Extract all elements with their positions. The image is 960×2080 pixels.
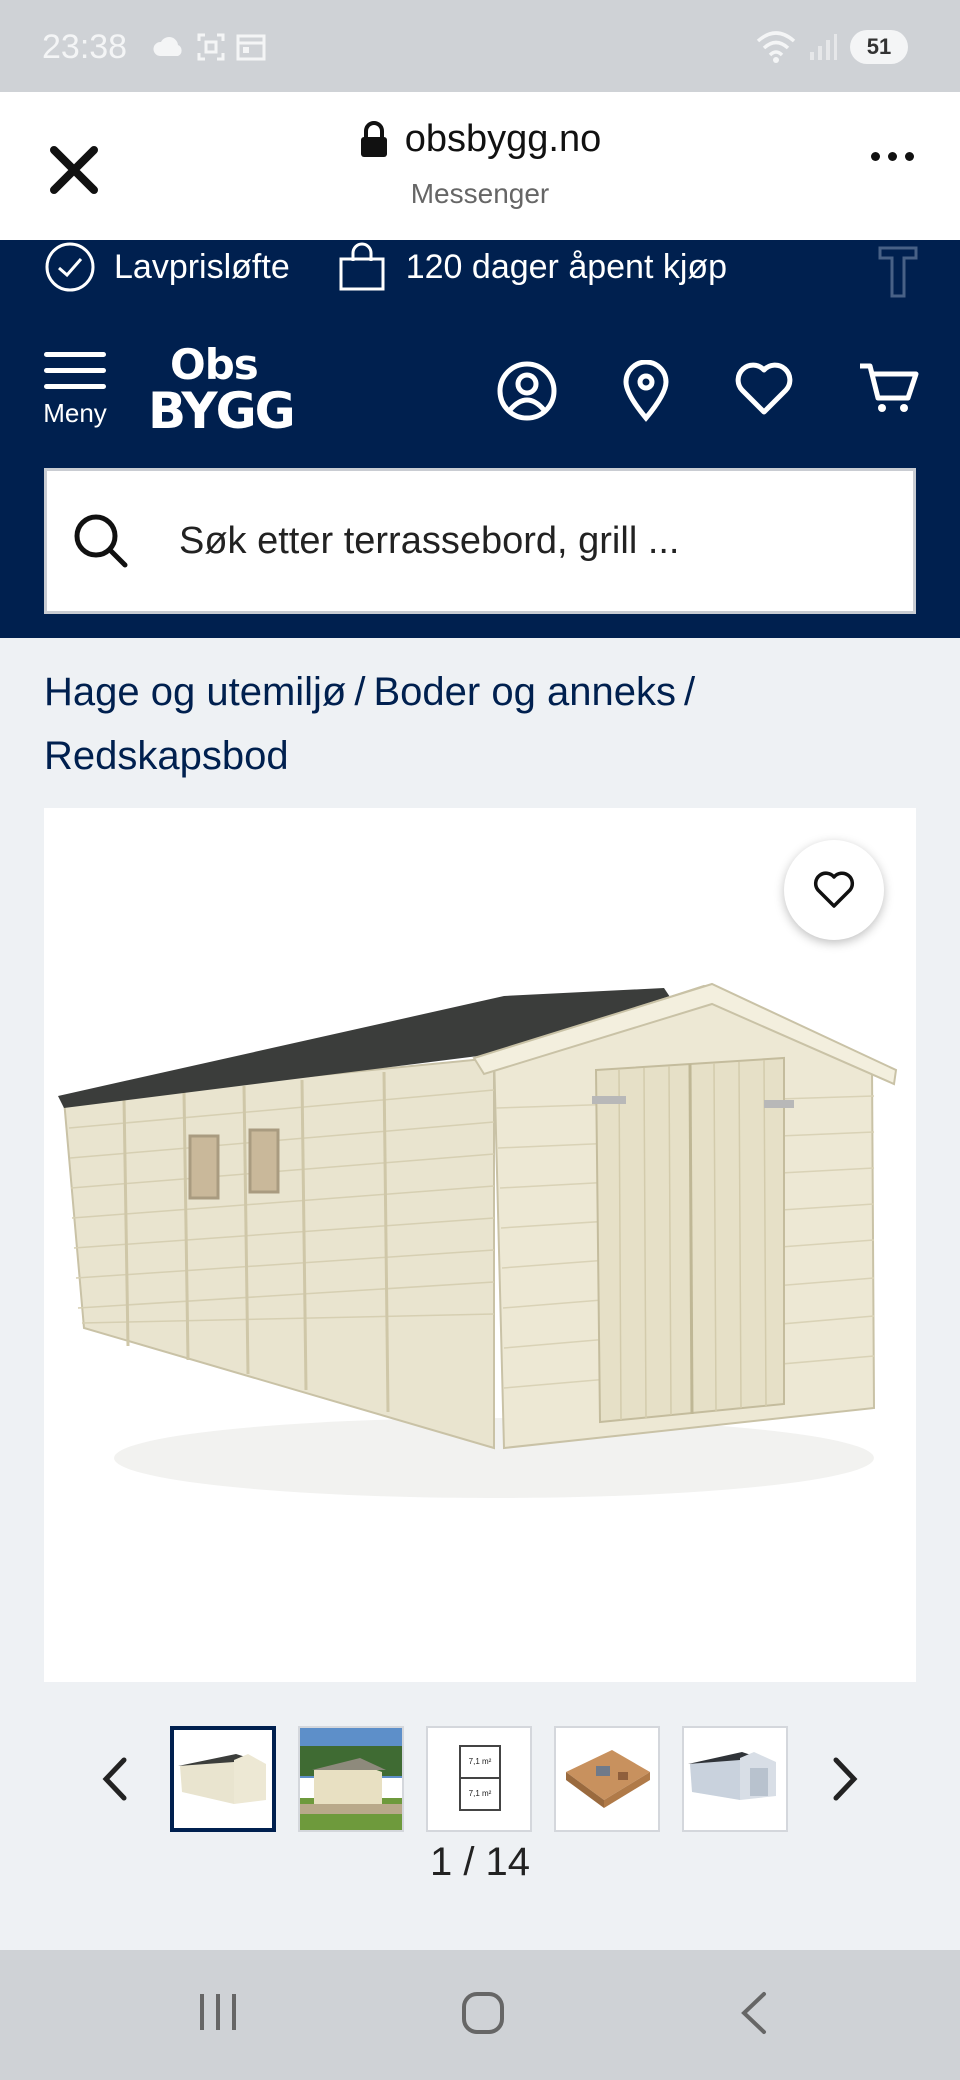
lock-icon [360, 120, 387, 157]
thumbnail[interactable] [682, 1726, 788, 1832]
thumbnail-strip: 7,1 m² 7,1 m² [0, 1726, 960, 1832]
screenshot-icon [197, 33, 225, 61]
chevron-left-icon [102, 1757, 127, 1801]
usp-item[interactable]: 120 dager åpent kjøp [336, 241, 727, 293]
check-circle-icon [45, 242, 95, 292]
usp-label: 120 dager åpent kjøp [405, 247, 728, 286]
search-bar[interactable] [44, 468, 916, 614]
battery-indicator: 51 [850, 30, 908, 64]
floorplan-label: 7,1 m² [469, 1789, 492, 1798]
signal-icon [810, 34, 837, 60]
more-button[interactable] [871, 152, 914, 161]
hamburger-icon [40, 352, 110, 389]
tool-icon [876, 240, 920, 305]
home-icon [462, 1992, 504, 2034]
product-image[interactable] [44, 808, 916, 1682]
logo-top: Obs [170, 340, 259, 389]
more-dot [888, 152, 897, 161]
shed-image [58, 982, 898, 1498]
url-area[interactable]: obsbygg.no Messenger [0, 118, 960, 210]
menu-label: Meny [43, 398, 107, 428]
location-icon[interactable] [622, 360, 670, 422]
usp-label: Lavprisløfte [114, 247, 290, 286]
close-button[interactable] [46, 142, 102, 198]
url-source: Messenger [410, 177, 550, 209]
calendar-icon [236, 34, 266, 61]
thumbnail[interactable] [554, 1726, 660, 1832]
thumbnail[interactable] [298, 1726, 404, 1832]
more-dot [905, 152, 914, 161]
interior-thumb-image [556, 1728, 658, 1830]
logo[interactable]: Obs BYGG [148, 340, 296, 440]
search-input[interactable] [179, 519, 879, 563]
back-icon [741, 1992, 766, 2034]
floorplan-thumb-image: 7,1 m² 7,1 m² [428, 1728, 530, 1830]
header-icons [496, 360, 920, 422]
menu-button[interactable]: Meny [40, 352, 110, 429]
heart-icon[interactable] [734, 360, 794, 416]
breadcrumb-link[interactable]: Boder og anneks [374, 670, 676, 714]
breadcrumb-current[interactable]: Redskapsbod [44, 734, 289, 778]
image-counter: 1 / 14 [429, 1840, 531, 1884]
shopping-bag-icon [339, 242, 385, 291]
status-icons-left [152, 32, 266, 62]
wifi-icon [756, 31, 796, 63]
shed-painted-thumb-image [684, 1728, 786, 1830]
cloud-icon [153, 37, 182, 56]
thumbnail[interactable]: 7,1 m² 7,1 m² [426, 1726, 532, 1832]
site-header: Lavprisløfte 120 dager åpent kjøp Meny O… [0, 240, 960, 638]
heart-icon [813, 871, 855, 908]
previous-image-button[interactable] [100, 1756, 130, 1807]
breadcrumb-separator: / [354, 670, 366, 714]
shed-thumb-image [174, 1730, 272, 1828]
search-icon [74, 514, 128, 568]
breadcrumb-link[interactable]: Hage og utemiljø [44, 670, 346, 714]
status-time: 23:38 [42, 28, 128, 66]
floorplan-label: 7,1 m² [469, 1757, 492, 1766]
user-icon[interactable] [496, 360, 558, 422]
more-icon [871, 152, 880, 161]
breadcrumb: Hage og utemiljø / Boder og anneks / Redskap… [44, 660, 924, 788]
garden-thumb-image [300, 1728, 402, 1830]
system-nav-bar [0, 1950, 960, 2080]
next-image-button[interactable] [830, 1756, 860, 1807]
chevron-right-icon [833, 1757, 858, 1801]
url-text: obsbygg.no [404, 118, 602, 160]
logo-bottom: BYGG [148, 382, 296, 440]
usp-item[interactable]: Lavprisløfte [44, 241, 290, 293]
recent-apps-icon [200, 1994, 236, 2030]
thumbnail[interactable] [170, 1726, 276, 1832]
usp-row: Lavprisløfte 120 dager åpent kjøp [44, 240, 757, 294]
back-button[interactable] [736, 1990, 772, 2041]
status-bar: 23:38 51 [0, 0, 960, 92]
recent-apps-button[interactable] [196, 1990, 240, 2039]
home-button[interactable] [460, 1990, 506, 2041]
cart-icon[interactable] [858, 360, 920, 416]
favorite-button[interactable] [784, 840, 884, 940]
status-icons-right: 51 [756, 30, 908, 64]
browser-toolbar: obsbygg.no Messenger [0, 92, 960, 240]
breadcrumb-separator: / [683, 670, 696, 714]
close-icon [50, 146, 98, 194]
